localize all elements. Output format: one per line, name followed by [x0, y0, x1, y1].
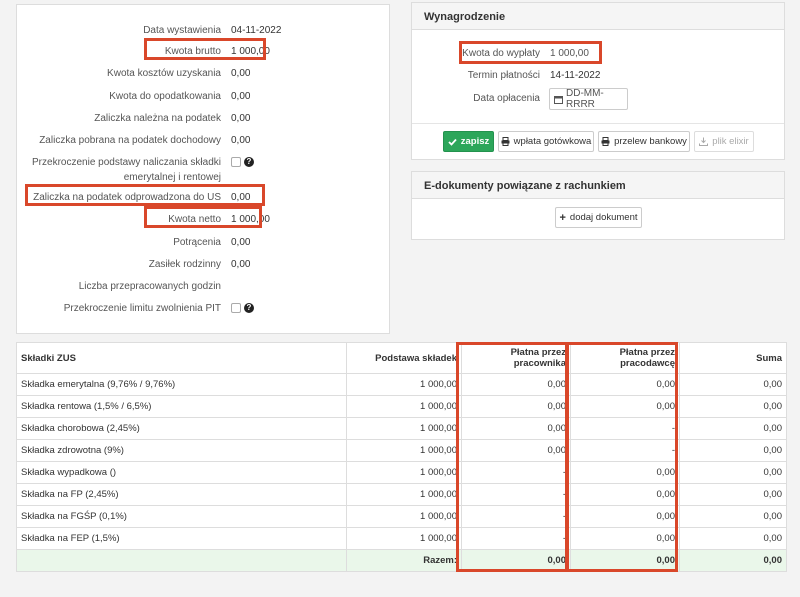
data-oplacenia-input[interactable]: DD-MM-RRRR	[549, 88, 628, 110]
check-icon	[448, 138, 457, 146]
plik-elixir-label: plik elixir	[712, 136, 749, 147]
table-cell: Składka rentowa (1,5% / 6,5%)	[16, 395, 347, 418]
label: Przekroczenie limitu zwolnienia PIT	[63, 303, 221, 314]
table-cell: Składka na FGŚP (0,1%)	[16, 505, 347, 528]
table-cell: 0,00	[679, 461, 787, 484]
label: Data wystawienia	[143, 25, 221, 36]
sum-cell	[16, 549, 347, 572]
col-header: Składki ZUS	[16, 342, 347, 374]
value: 0,00	[231, 135, 251, 146]
label: Kwota kosztów uzyskania	[107, 68, 221, 79]
table-cell: 0,00	[679, 527, 787, 550]
panel-title: E-dokumenty powiązane z rachunkiem	[412, 172, 784, 199]
przekroczenie-podstawy-checkbox[interactable]	[231, 157, 241, 167]
col-header: Suma	[679, 342, 787, 374]
date-placeholder: DD-MM-RRRR	[566, 88, 604, 110]
value: 0,00	[231, 113, 251, 124]
label: Zaliczka należna na podatek	[94, 113, 221, 124]
label: Liczba przepracowanych godzin	[78, 281, 221, 292]
plus-icon: +	[559, 211, 566, 224]
highlight-zaliczka-us	[25, 184, 265, 206]
sum-cell: 0,00	[679, 549, 787, 572]
highlight-kwota-brutto	[144, 38, 266, 60]
sum-cell: Razem:	[346, 549, 462, 572]
label: Zasiłek rodzinny	[148, 259, 221, 270]
limit-pit-checkbox[interactable]	[231, 303, 241, 313]
table-cell: 1 000,00	[346, 527, 462, 550]
label: Zaliczka pobrana na podatek dochodowy	[39, 135, 221, 146]
table-cell: 1 000,00	[346, 417, 462, 440]
dodaj-dokument-label: dodaj dokument	[569, 212, 638, 223]
divider	[412, 123, 784, 124]
przelew-bankowy-button[interactable]: przelew bankowy	[598, 131, 690, 152]
przelew-bankowy-label: przelew bankowy	[614, 136, 687, 147]
highlight-col-pracodawca	[566, 342, 678, 572]
highlight-col-pracownik	[456, 342, 568, 572]
table-cell: 0,00	[679, 505, 787, 528]
help-icon[interactable]: ?	[244, 303, 254, 313]
table-cell: 1 000,00	[346, 461, 462, 484]
calendar-icon	[554, 95, 563, 104]
table-cell: 1 000,00	[346, 483, 462, 506]
label-line2: emerytalnej i rentowej	[123, 172, 221, 183]
table-cell: 0,00	[679, 439, 787, 462]
table-cell: 0,00	[679, 417, 787, 440]
table-cell: 0,00	[679, 373, 787, 396]
value: 0,00	[231, 259, 251, 270]
download-icon	[699, 137, 709, 146]
label: Potrącenia	[173, 237, 221, 248]
dodaj-dokument-button[interactable]: + dodaj dokument	[555, 207, 642, 228]
e-dokumenty-panel: E-dokumenty powiązane z rachunkiem	[411, 171, 785, 240]
table-cell: 1 000,00	[346, 373, 462, 396]
highlight-kwota-netto	[144, 206, 262, 228]
wplata-gotowkowa-button[interactable]: wpłata gotówkowa	[498, 131, 594, 152]
table-cell: Składka zdrowotna (9%)	[16, 439, 347, 462]
label: Przekroczenie podstawy naliczania składk…	[32, 157, 221, 168]
help-icon[interactable]: ?	[244, 157, 254, 167]
panel-title: Wynagrodzenie	[412, 3, 784, 30]
zapisz-button[interactable]: zapisz	[443, 131, 494, 152]
table-cell: 1 000,00	[346, 439, 462, 462]
table-cell: 1 000,00	[346, 395, 462, 418]
table-cell: 0,00	[679, 483, 787, 506]
zapisz-label: zapisz	[460, 136, 490, 147]
value: 0,00	[231, 237, 251, 248]
table-cell: 0,00	[679, 395, 787, 418]
print-icon	[501, 137, 510, 146]
value: 0,00	[231, 91, 251, 102]
label: Data opłacenia	[473, 93, 540, 104]
value: 0,00	[231, 68, 251, 79]
value: 04-11-2022	[231, 25, 282, 36]
table-cell: Składka na FP (2,45%)	[16, 483, 347, 506]
table-cell: Składka chorobowa (2,45%)	[16, 417, 347, 440]
plik-elixir-button[interactable]: plik elixir	[694, 131, 754, 152]
col-header: Podstawa składek	[346, 342, 462, 374]
table-cell: Składka wypadkowa ()	[16, 461, 347, 484]
highlight-kwota-do-wyplaty	[459, 41, 602, 64]
table-cell: Składka na FEP (1,5%)	[16, 527, 347, 550]
label: Kwota do opodatkowania	[109, 91, 221, 102]
value: 14-11-2022	[550, 70, 601, 81]
wplata-gotowkowa-label: wpłata gotówkowa	[513, 136, 592, 147]
table-cell: 1 000,00	[346, 505, 462, 528]
label: Termin płatności	[467, 70, 540, 81]
print-icon	[601, 137, 610, 146]
table-cell: Składka emerytalna (9,76% / 9,76%)	[16, 373, 347, 396]
